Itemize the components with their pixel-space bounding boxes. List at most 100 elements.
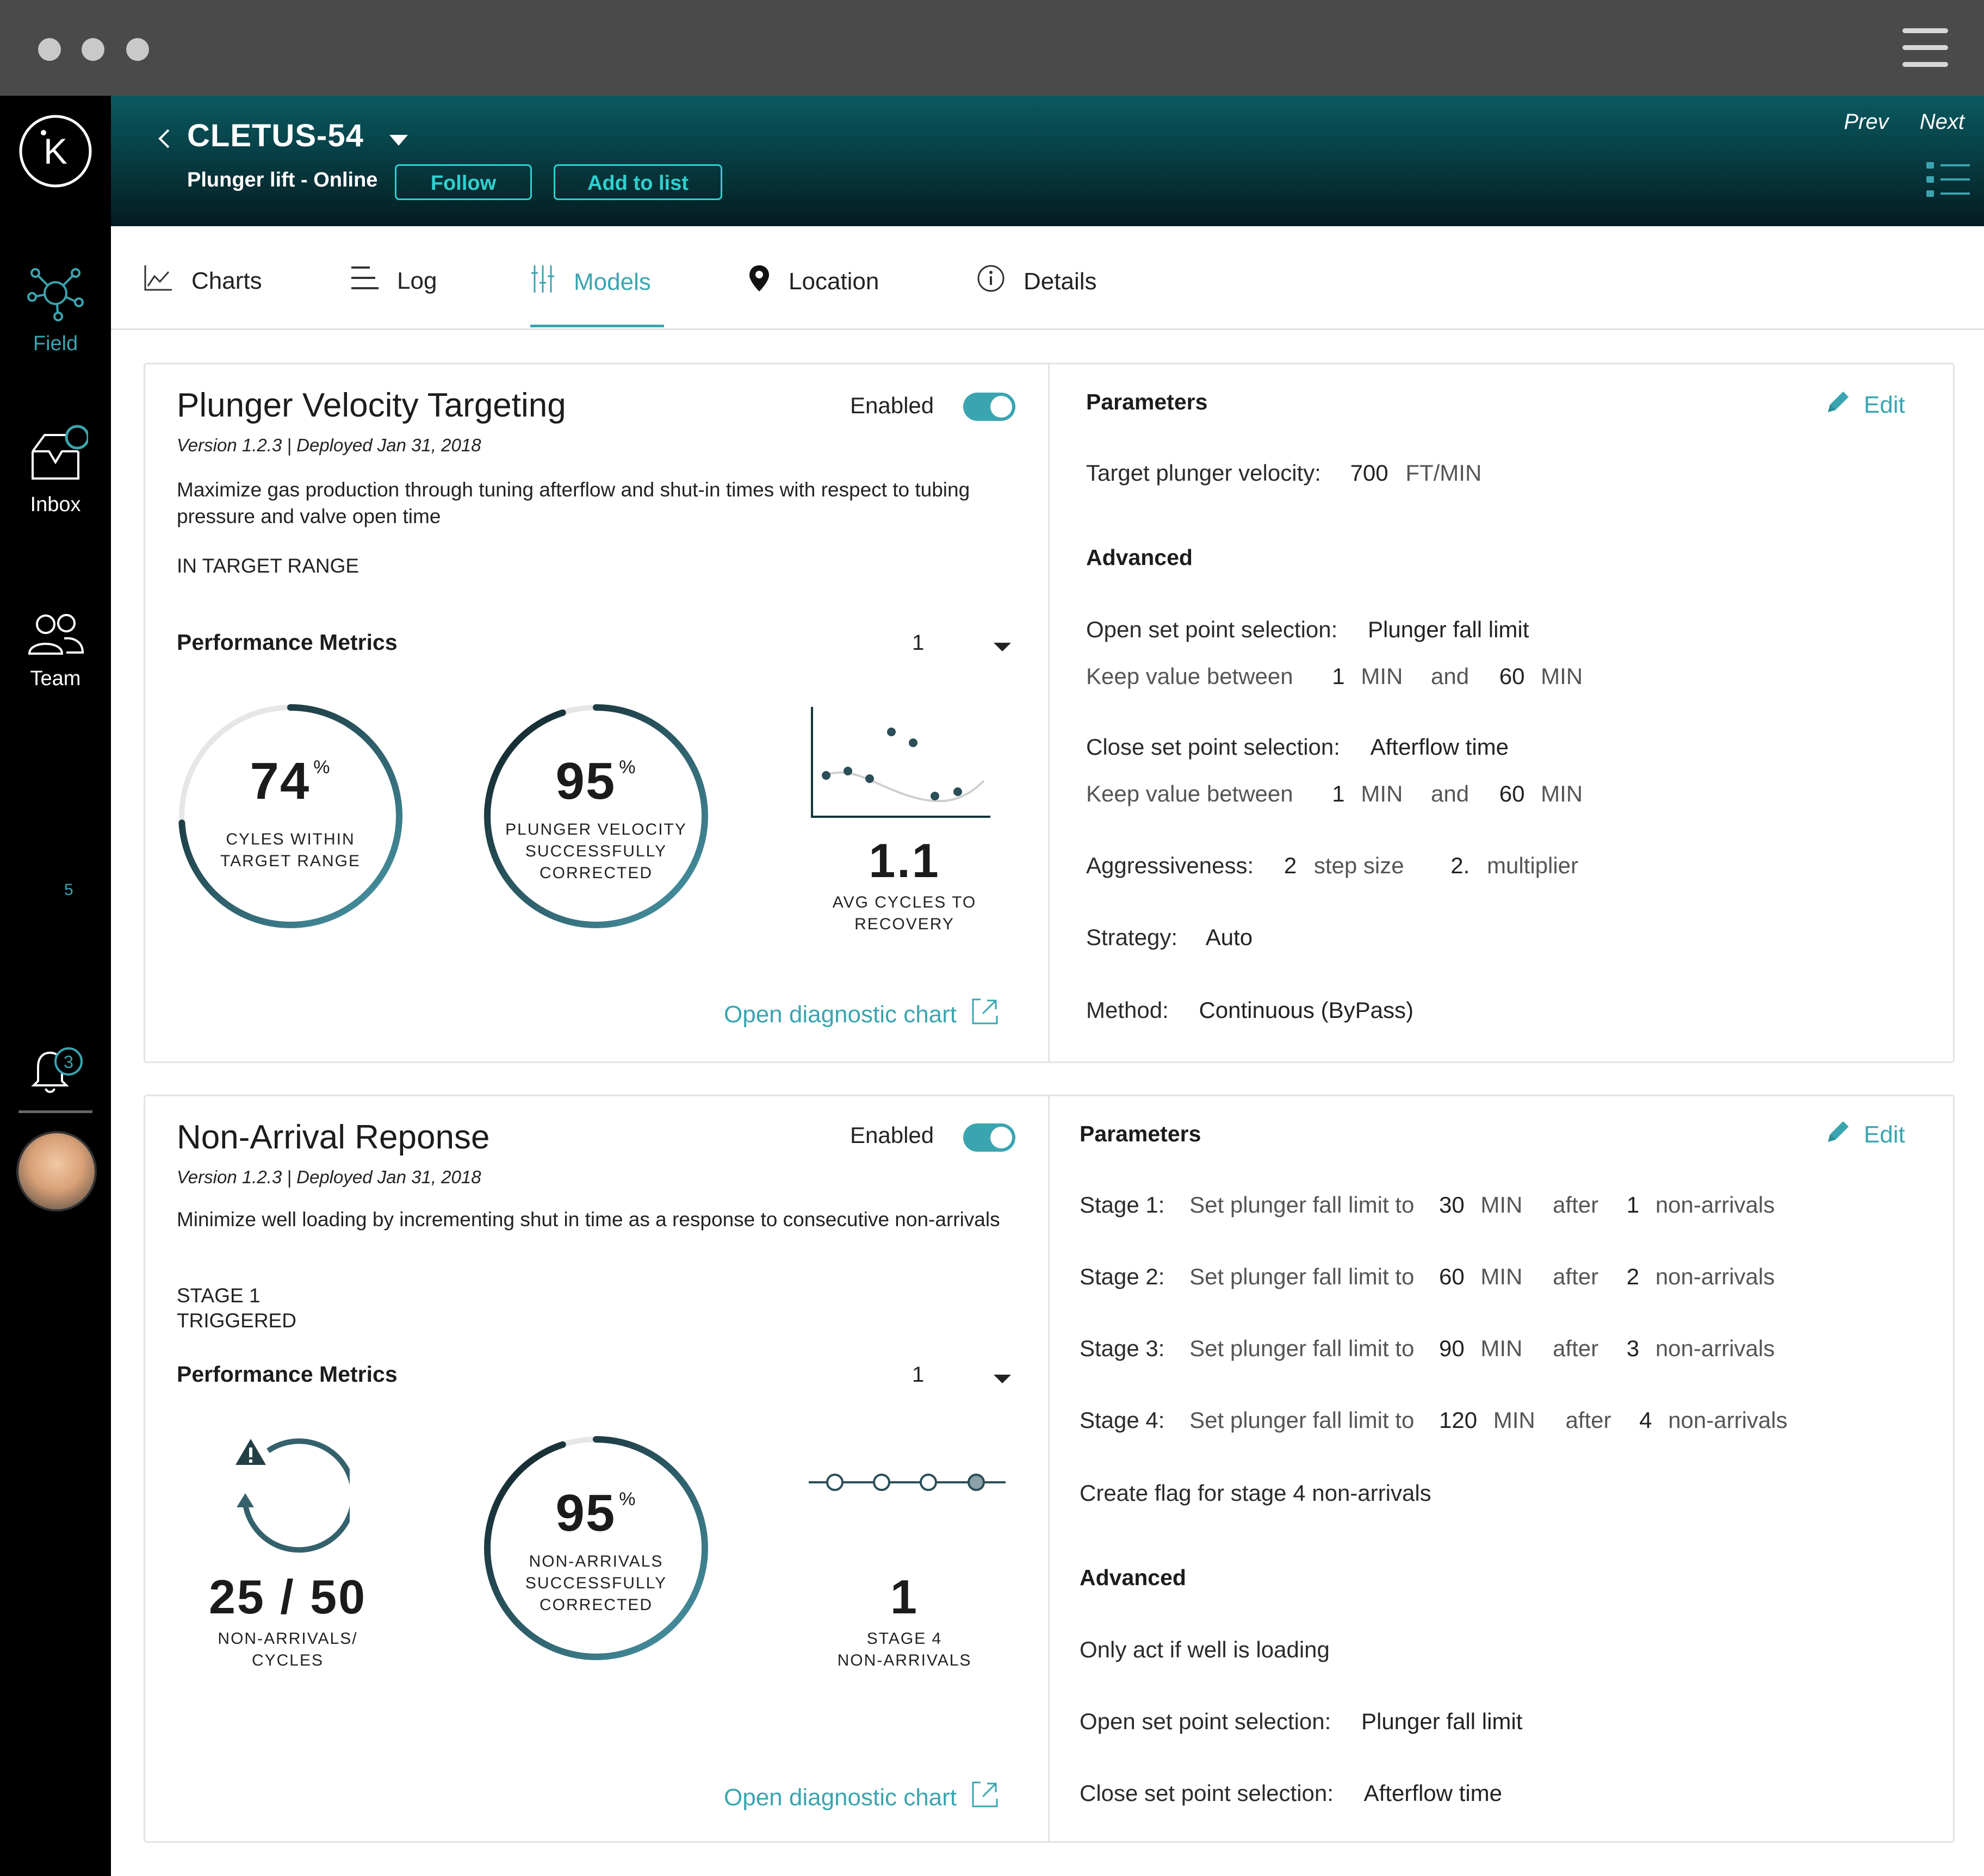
sparkline-chart xyxy=(811,707,990,818)
tab-charts[interactable]: Charts xyxy=(144,264,262,297)
gauge-ring xyxy=(178,704,402,928)
gauge-caption: PLUNGER VELOCITY SUCCESSFULLY CORRECTED xyxy=(505,821,687,882)
avatar[interactable] xyxy=(16,1131,97,1212)
model-title: Non-Arrival Reponse xyxy=(177,1119,490,1156)
tab-label: Models xyxy=(574,268,651,295)
close-set-point-row: Close set point selection: Afterflow tim… xyxy=(1080,1780,1502,1806)
back-chevron-icon[interactable] xyxy=(156,125,172,158)
sidebar-item-team[interactable]: Team xyxy=(0,609,111,691)
notifications[interactable]: 3 xyxy=(0,1043,111,1098)
model-card-non-arrival: Non-Arrival Reponse Version 1.2.3 | Depl… xyxy=(144,1095,1955,1843)
model-version: Version 1.2.3 | Deployed Jan 31, 2018 xyxy=(177,1167,481,1187)
sidebar: K Field Inbox Team 5 3 xyxy=(0,96,111,1876)
sidebar-item-inbox[interactable]: Inbox xyxy=(0,424,111,517)
gauge-value: 95% xyxy=(555,1484,637,1542)
title-dropdown-icon[interactable] xyxy=(389,135,408,148)
pencil-icon xyxy=(1825,1118,1852,1151)
menu-icon[interactable] xyxy=(1902,28,1948,67)
window-maximize-dot[interactable] xyxy=(126,38,149,61)
info-icon xyxy=(977,264,1005,299)
metrics-select[interactable]: 1 xyxy=(912,631,924,655)
non-arrivals-cycles-caption: NON-ARRIVALS/CYCLES xyxy=(218,1630,358,1669)
advanced-heading: Advanced xyxy=(1080,1565,1186,1590)
network-icon xyxy=(27,268,84,321)
team-icon xyxy=(28,614,84,655)
metrics-select-caret-icon[interactable] xyxy=(994,643,1011,651)
open-set-point-row: Open set point selection: Plunger fall l… xyxy=(1080,1709,1523,1734)
gauge-non-arrivals-corrected: 95% NON-ARRIVALS SUCCESSFULLY CORRECTED xyxy=(479,1431,713,1665)
performance-metrics-heading: Performance Metrics xyxy=(177,630,398,655)
aggressiveness-row: Aggressiveness: 2 step size 2. multiplie… xyxy=(1086,853,1579,878)
prev-link[interactable]: Prev xyxy=(1844,110,1888,134)
model-status: IN TARGET RANGE xyxy=(177,555,359,577)
metrics-select[interactable]: 1 xyxy=(912,1363,924,1387)
follow-button[interactable]: Follow xyxy=(395,164,532,200)
keep-value-row-2: Keep value between 1 MIN and 60 MIN xyxy=(1086,781,1583,806)
keep-value-row-1: Keep value between 1 MIN and 60 MIN xyxy=(1086,663,1583,689)
edit-button[interactable]: Edit xyxy=(1825,1118,1905,1151)
gauge-cycles-within-range: 74% CYLES WITHIN TARGET RANGE xyxy=(173,699,407,933)
sidebar-count: 5 xyxy=(64,881,73,899)
list-view-icon[interactable] xyxy=(1926,160,1970,202)
advanced-heading: Advanced xyxy=(1086,545,1193,570)
stage4-caption: STAGE 4 NON-ARRIVALS xyxy=(837,1630,972,1669)
tab-details[interactable]: Details xyxy=(977,264,1097,299)
tab-label: Details xyxy=(1024,268,1097,295)
metrics-select-caret-icon[interactable] xyxy=(994,1375,1011,1383)
prev-next-nav: Prev Next xyxy=(1819,110,1964,134)
non-arrival-cycle-graphic xyxy=(225,1434,356,1562)
bell-icon: 3 xyxy=(31,1047,83,1093)
model-title: Plunger Velocity Targeting xyxy=(177,387,566,424)
next-link[interactable]: Next xyxy=(1920,110,1964,134)
line-chart-icon xyxy=(144,264,173,297)
avg-cycles-caption: AVG CYCLES TO RECOVERY xyxy=(832,893,977,933)
model-status: STAGE 1 TRIGGERED xyxy=(177,1284,296,1332)
pencil-icon xyxy=(1825,388,1852,421)
gauge-value: 74% xyxy=(250,752,331,810)
location-pin-icon xyxy=(748,264,770,299)
enabled-label: Enabled xyxy=(850,393,934,418)
svg-text:K: K xyxy=(44,131,67,171)
sidebar-item-field[interactable]: Field xyxy=(0,263,111,356)
tab-location[interactable]: Location xyxy=(748,264,879,299)
performance-metrics-heading: Performance Metrics xyxy=(177,1362,398,1387)
parameters-heading: Parameters xyxy=(1086,389,1208,414)
cycle-icon xyxy=(235,1438,356,1553)
strategy-row: Strategy: Auto xyxy=(1086,924,1253,950)
target-velocity-row: Target plunger velocity: 700 FT/MIN xyxy=(1086,460,1482,486)
gauge-ring xyxy=(484,1436,708,1660)
logo-icon: K xyxy=(19,115,92,188)
enabled-toggle[interactable] xyxy=(963,1123,1015,1152)
window-titlebar xyxy=(0,0,1984,96)
enabled-toggle[interactable] xyxy=(963,393,1015,421)
stage-dots xyxy=(809,1474,1006,1491)
stage4-value: 1 xyxy=(890,1570,919,1624)
window-close-dot[interactable] xyxy=(38,38,61,61)
gauge-caption: CYLES WITHIN TARGET RANGE xyxy=(220,830,361,870)
stage-row: Stage 4: Set plunger fall limit to 120 M… xyxy=(1080,1407,1788,1433)
asset-title: CLETUS-54 xyxy=(187,118,364,153)
asset-subtitle: Plunger lift - Online xyxy=(187,169,378,191)
card-divider xyxy=(1048,364,1050,1061)
tab-log[interactable]: Log xyxy=(350,264,437,297)
model-version: Version 1.2.3 | Deployed Jan 31, 2018 xyxy=(177,435,481,455)
model-description: Minimize well loading by incrementing sh… xyxy=(177,1208,1000,1231)
open-diagnostic-chart-link[interactable]: Open diagnostic chart xyxy=(724,1780,999,1815)
tab-label: Log xyxy=(397,267,437,294)
avg-cycles-value: 1.1 xyxy=(869,834,940,887)
open-diagnostic-chart-link[interactable]: Open diagnostic chart xyxy=(724,997,999,1032)
recovery-sparkline xyxy=(810,705,995,827)
gauge-velocity-corrected: 95% PLUNGER VELOCITY SUCCESSFULLY CORRECTE… xyxy=(479,699,713,933)
method-row: Method: Continuous (ByPass) xyxy=(1086,997,1413,1023)
tab-models[interactable]: Models xyxy=(530,264,651,300)
logo[interactable]: K xyxy=(0,113,111,192)
sidebar-item-label: Inbox xyxy=(30,493,81,516)
sidebar-item-label: Field xyxy=(33,332,78,355)
list-icon xyxy=(350,264,379,297)
models-content: Plunger Velocity Targeting Version 1.2.3… xyxy=(111,330,1984,1876)
edit-button[interactable]: Edit xyxy=(1825,388,1905,421)
stage-progress-graphic xyxy=(807,1466,1008,1501)
window-minimize-dot[interactable] xyxy=(82,38,104,61)
add-to-list-button[interactable]: Add to list xyxy=(554,164,722,200)
inbox-icon xyxy=(32,425,90,480)
